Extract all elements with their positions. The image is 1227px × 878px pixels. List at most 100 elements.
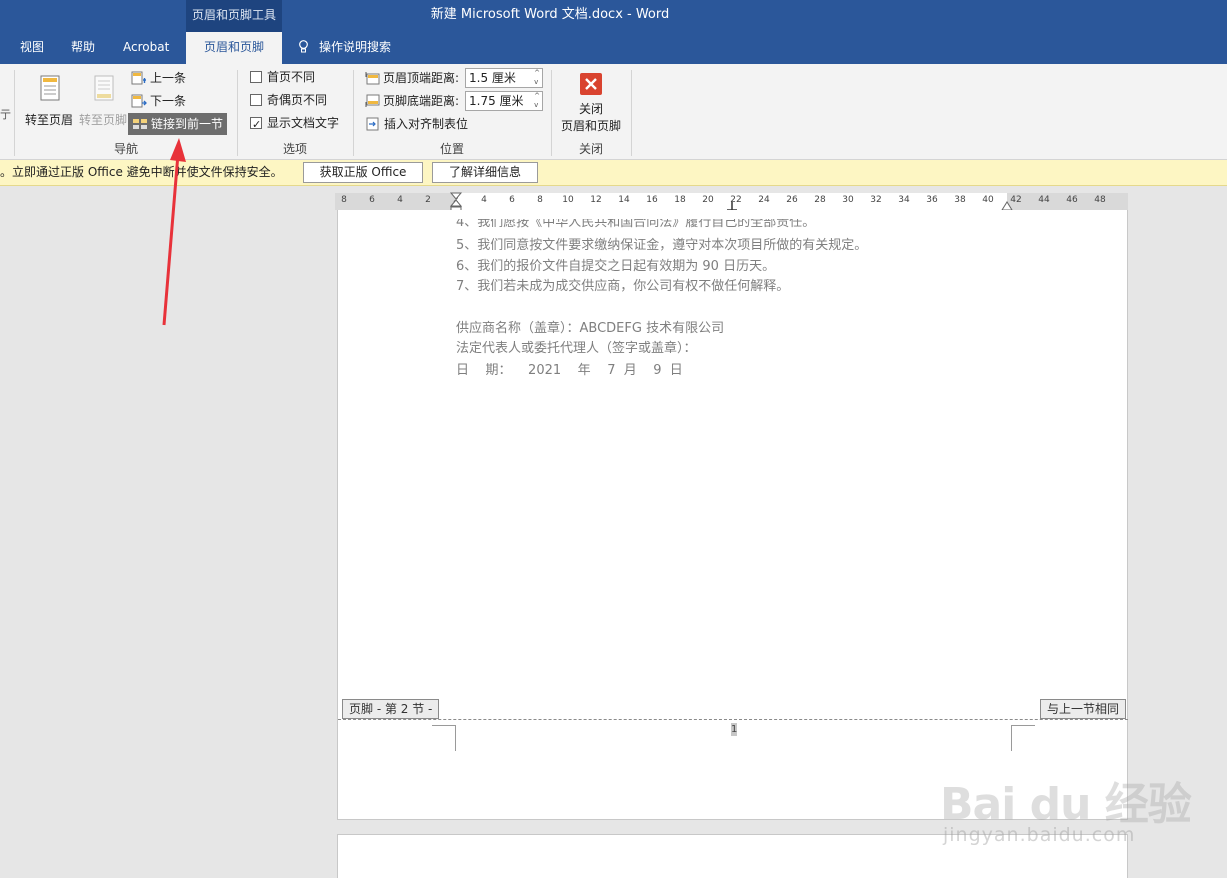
header-from-top-spinner[interactable]: 1.5 厘米 ^ v [465,68,543,88]
ruler-tick-label: 40 [982,195,994,205]
ruler-tick-label: 4 [397,195,403,205]
crop-mark-left [432,725,456,751]
insert-alignment-tab-label: 插入对齐制表位 [384,117,469,131]
same-as-previous-tag: 与上一节相同 [1039,699,1126,719]
ruler-tick-label: 46 [1066,195,1078,205]
ribbon-tab-bar: 视图 帮助 Acrobat 页眉和页脚 操作说明搜索 [0,32,1227,64]
body-line: 5、我们同意按文件要求缴纳保证金，遵守对本次项目所做的有关规定。 [456,238,868,253]
next-label: 下一条 [150,94,187,108]
lightbulb-icon [299,40,308,53]
ruler-tick-label: 14 [618,195,630,205]
ruler-tick-label: 32 [870,195,882,205]
body-line: 法定代表人或委托代理人（签字或盖章）： [456,341,697,356]
truncated-group-glyph: 亍 [0,108,11,121]
footer-boundary-line [338,719,1128,720]
crop-mark-right [1011,725,1035,751]
close-icon [580,73,602,95]
footer-section-tag: 页脚 - 第 2 节 - [342,699,440,719]
previous-icon [131,71,146,85]
ruler-tick-label: 20 [702,195,714,205]
checkbox-box [250,71,262,83]
group-separator [353,70,354,156]
previous-label: 上一条 [150,71,187,85]
group-label-options: 选项 [282,142,307,156]
close-label-line1: 关闭 [578,102,603,116]
annotation-arrow-icon [162,138,186,326]
title-bar: 页眉和页脚工具 新建 Microsoft Word 文档.docx - Word [0,0,1227,32]
show-document-text-checkbox[interactable]: 显示文档文字 [250,113,340,135]
goto-footer-icon [94,75,114,101]
window-title: 新建 Microsoft Word 文档.docx - Word [430,7,670,22]
checkbox-box-checked [250,115,262,135]
goto-header-button[interactable]: 转至页眉 [22,72,76,128]
alignment-tab-icon [366,117,379,131]
ruler-tick-label: 18 [674,195,686,205]
get-genuine-office-button[interactable]: 获取正版 Office [303,162,423,183]
insert-alignment-tab-button[interactable]: 插入对齐制表位 [365,114,468,134]
ruler-tick-label: 34 [898,195,910,205]
tab-view[interactable]: 视图 [8,32,56,64]
ruler-tick-label: 30 [842,195,854,205]
tab-header-footer[interactable]: 页眉和页脚 [186,32,282,64]
close-label-line2: 页眉和页脚 [560,119,621,133]
ruler-tick-label: 36 [926,195,938,205]
footer-from-bottom-label: 页脚底端距离: [383,94,460,108]
group-separator [237,70,238,156]
ruler-tick-label: 38 [954,195,966,205]
goto-header-label: 转至页眉 [24,113,73,127]
footer-from-bottom-value: 1.75 厘米 [469,94,524,108]
body-line: 6、我们的报价文件自提交之日起有效期为 90 日历天。 [456,259,776,274]
goto-footer-label: 转至页脚 [78,113,127,127]
body-line: 7、我们若未成为成交供应商，你公司有权不做任何解释。 [456,279,790,294]
message-bar-text: 。立即通过正版 Office 避免中断并使文件保持安全。 [0,165,283,179]
body-line: 供应商名称（盖章）：ABCDEFG 技术有限公司 [456,321,725,336]
body-line: 日 期： 2021 年 7 月 9 日 [456,363,683,378]
group-label-position: 位置 [439,142,464,156]
ruler-tick-label: 12 [590,195,602,205]
different-first-page-checkbox[interactable]: 首页不同 [250,67,315,87]
ruler-tick-label: 8 [341,195,347,205]
goto-footer-button[interactable]: 转至页脚 [76,72,130,128]
document-page[interactable]: 4、我们愿按《中华人民共和国合同法》履行自己的全部责任。 5、我们同意按文件要求… [337,210,1128,820]
different-odd-even-checkbox[interactable]: 奇偶页不同 [250,90,327,110]
show-document-text-label: 显示文档文字 [267,116,340,130]
body-line: 4、我们愿按《中华人民共和国合同法》履行自己的全部责任。 [456,215,816,230]
next-section-button[interactable]: 下一条 [131,91,186,111]
ruler-tick-label: 44 [1038,195,1050,205]
goto-header-icon [40,75,60,101]
ruler-tick-label: 26 [786,195,798,205]
ruler-tick-label: 8 [537,195,543,205]
header-position-icon [365,72,380,85]
tell-me-search[interactable]: 操作说明搜索 [286,32,403,64]
header-from-top-row: 页眉顶端距离: [365,67,459,89]
spinner-arrows-icon[interactable]: ^ v [534,92,540,110]
previous-section-button[interactable]: 上一条 [131,68,186,88]
next-icon [131,94,147,108]
different-first-page-label: 首页不同 [267,70,316,84]
tab-acrobat[interactable]: Acrobat [111,32,181,64]
ruler-tick-label: 16 [646,195,658,205]
ruler-tick-label: 48 [1094,195,1106,205]
spinner-arrows-icon[interactable]: ^ v [534,69,540,87]
watermark-logo: Bai du 经验 [940,779,1192,830]
horizontal-ruler[interactable]: 8642246810121416182022242628303234363840… [335,192,1128,214]
baidu-jingyan-watermark: Bai du 经验 jingyan.baidu.com [940,768,1192,858]
ruler-tick-label: 10 [562,195,574,205]
page-number-field[interactable]: 1 [731,723,737,736]
learn-more-button[interactable]: 了解详细信息 [432,162,538,183]
ruler-tick-label: 28 [814,195,826,205]
footer-from-bottom-spinner[interactable]: 1.75 厘米 ^ v [465,91,543,111]
ruler-tick-label: 4 [481,195,487,205]
watermark-url: jingyan.baidu.com [943,824,1136,846]
different-odd-even-label: 奇偶页不同 [267,93,328,107]
contextual-tab-group-label: 页眉和页脚工具 [186,0,282,32]
close-header-footer-button[interactable]: 关闭 页眉和页脚 [556,72,626,134]
header-from-top-label: 页眉顶端距离: [383,71,460,85]
group-label-navigation: 导航 [113,142,138,156]
tab-help[interactable]: 帮助 [59,32,107,64]
footer-position-icon [365,94,380,107]
ruler-tick-label: 6 [509,195,515,205]
tell-me-label: 操作说明搜索 [319,40,392,54]
ruler-tick-label: 24 [758,195,770,205]
ruler-tick-label: 6 [369,195,375,205]
